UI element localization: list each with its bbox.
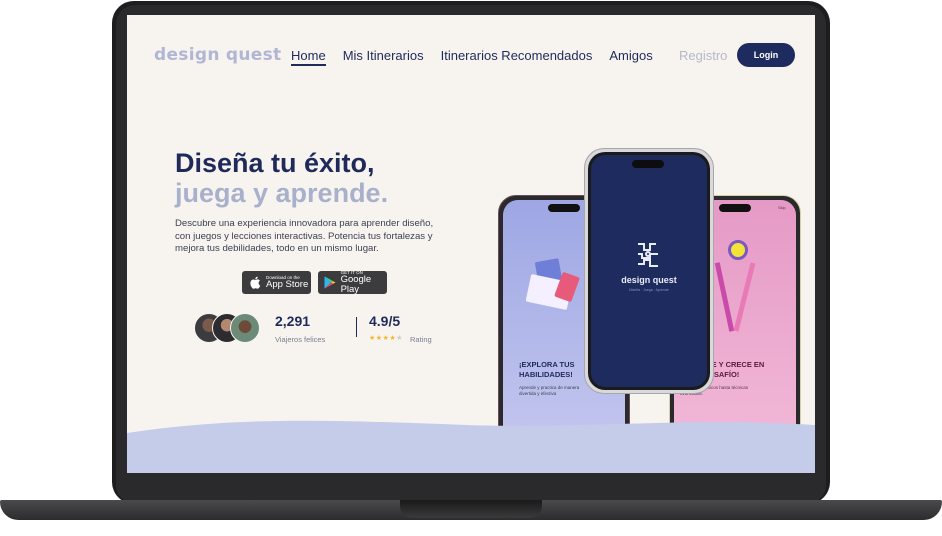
main-nav: Home Mis Itinerarios Itinerarios Recomen…	[291, 48, 670, 66]
dynamic-island	[548, 204, 580, 212]
brand-mark-icon	[635, 241, 661, 269]
rating-label: Rating	[410, 335, 432, 344]
star-icon: ★	[369, 335, 376, 342]
app-store-button[interactable]: Download on the App Store	[242, 271, 311, 294]
laptop-notch	[400, 500, 542, 518]
phone-center: design quest Diseña · Juega · Aprende	[584, 148, 714, 394]
rating-value: 4.9/5	[369, 313, 401, 329]
nav-itinerarios-recomendados[interactable]: Itinerarios Recomendados	[441, 48, 593, 66]
star-icon: ★	[375, 335, 383, 342]
phone-right-skip[interactable]: Skip	[778, 205, 786, 210]
star-icon: ★	[396, 335, 403, 342]
registro-link[interactable]: Registro	[679, 48, 727, 63]
nav-mis-itinerarios[interactable]: Mis Itinerarios	[343, 48, 424, 66]
apple-icon	[248, 276, 262, 290]
phone-center-tagline: Diseña · Juega · Aprende	[629, 288, 669, 292]
dynamic-island	[632, 160, 664, 168]
app-store-big: App Store	[266, 279, 309, 290]
hero-title-line1: Diseña tu éxito,	[175, 148, 375, 178]
stats-divider	[356, 317, 357, 337]
phone-center-screen: design quest Diseña · Juega · Aprende	[591, 155, 707, 387]
wave-decoration	[127, 420, 815, 473]
hero-title-line2: juega y aprende.	[175, 178, 389, 208]
avatar	[230, 313, 260, 343]
google-play-big: Google Play	[340, 274, 372, 295]
hero-description: Descubre una experiencia innovadora para…	[175, 218, 434, 254]
nav-amigos[interactable]: Amigos	[609, 48, 652, 66]
nav-home[interactable]: Home	[291, 48, 326, 66]
google-play-button[interactable]: GET IT ON Google Play	[318, 270, 387, 295]
books-illustration	[523, 258, 581, 320]
screen: design quest Home Mis Itinerarios Itiner…	[127, 15, 815, 473]
avatar-group	[194, 313, 264, 343]
rating-stars: ★★★★★	[369, 334, 403, 342]
phone-center-bezel: design quest Diseña · Juega · Aprende	[588, 152, 710, 390]
phone-center-logo: design quest	[621, 275, 677, 285]
users-label: Viajeros felices	[275, 335, 326, 344]
phone-left-subtitle: Aprende y practica de manera divertida y…	[519, 385, 580, 396]
users-count: 2,291	[275, 313, 311, 329]
google-play-icon	[324, 276, 337, 290]
compass-illustration	[708, 240, 758, 340]
laptop-base	[0, 500, 942, 536]
brand-logo[interactable]: design quest	[154, 45, 281, 65]
login-button[interactable]: Login	[737, 43, 795, 67]
dynamic-island	[719, 204, 751, 212]
